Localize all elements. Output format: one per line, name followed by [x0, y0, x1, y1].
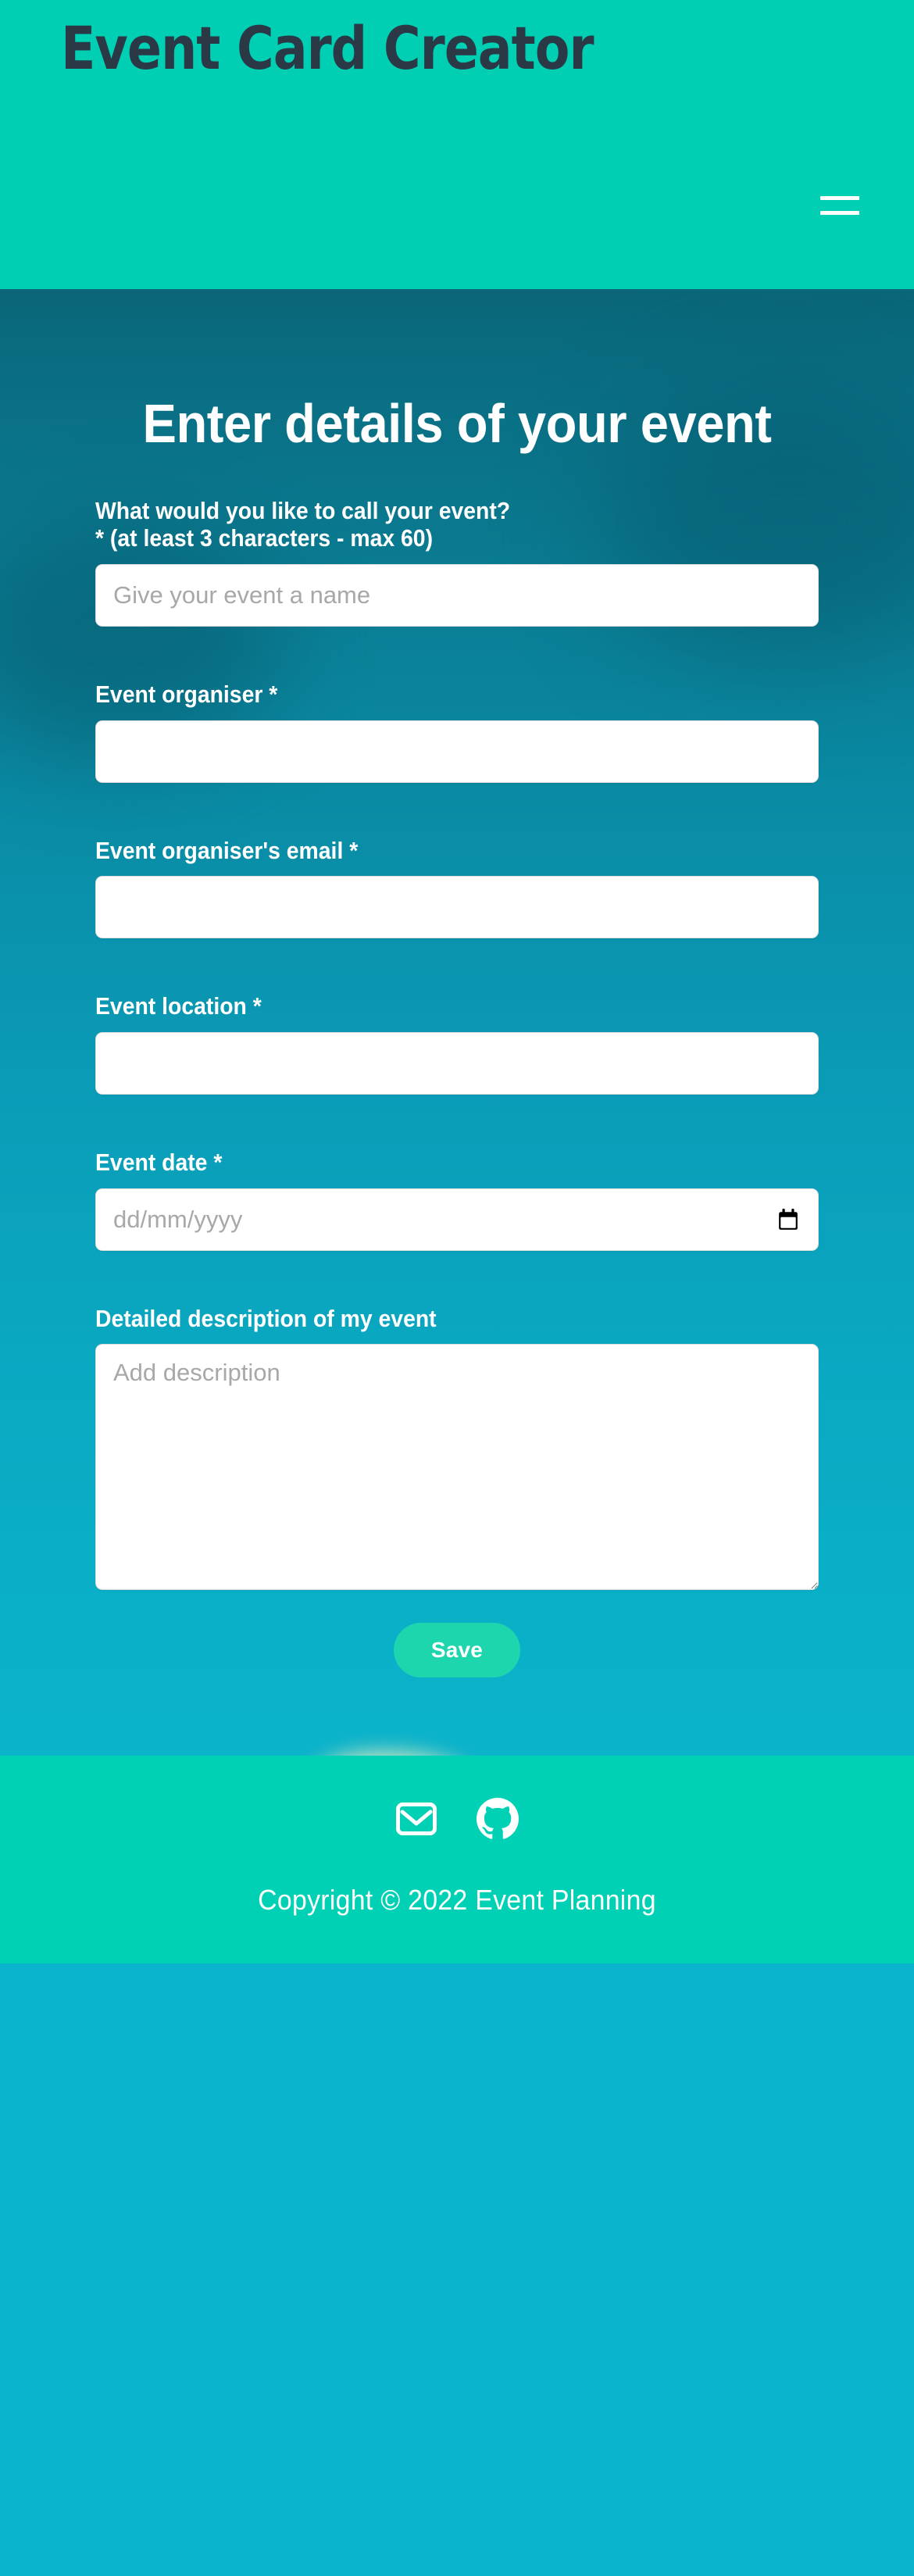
label-event-description: Detailed description of my event: [95, 1305, 437, 1332]
field-group-event-date: Event date *: [95, 1149, 819, 1251]
label-event-location: Event location *: [95, 993, 262, 1020]
label-event-date: Event date *: [95, 1149, 223, 1176]
hamburger-menu-icon[interactable]: [820, 190, 859, 221]
save-row: Save: [95, 1623, 819, 1678]
event-name-input[interactable]: [95, 563, 819, 627]
github-icon: [477, 1798, 519, 1839]
date-input-wrapper: [95, 1188, 819, 1251]
field-group-event-name: What would you like to call your event? …: [95, 498, 819, 627]
field-group-event-location: Event location *: [95, 993, 819, 1095]
form-heading: Enter details of your event: [142, 393, 772, 454]
event-organiser-email-input[interactable]: [95, 876, 819, 939]
hamburger-bar-2: [820, 211, 859, 215]
event-date-input[interactable]: [95, 1188, 819, 1251]
site-header: Event Card Creator: [0, 0, 914, 289]
field-group-event-organiser-email: Event organiser's email *: [95, 838, 819, 939]
label-event-organiser-email: Event organiser's email *: [95, 837, 359, 864]
field-group-event-description: Detailed description of my event: [95, 1306, 819, 1591]
email-link[interactable]: [394, 1796, 439, 1842]
social-links: [0, 1796, 914, 1842]
form-container: Enter details of your event What would y…: [0, 289, 914, 1678]
page-title: Event Card Creator: [61, 13, 594, 83]
field-group-event-organiser: Event organiser *: [95, 681, 819, 783]
hamburger-bar-1: [820, 196, 859, 200]
event-description-textarea[interactable]: [95, 1344, 819, 1591]
email-icon: [396, 1802, 437, 1836]
event-organiser-input[interactable]: [95, 720, 819, 783]
label-event-name: What would you like to call your event? …: [95, 497, 511, 552]
label-event-organiser: Event organiser *: [95, 681, 278, 708]
save-button[interactable]: Save: [393, 1623, 521, 1678]
main-content: Enter details of your event What would y…: [0, 289, 914, 1756]
site-footer: Copyright © 2022 Event Planning: [0, 1756, 914, 1964]
github-link[interactable]: [475, 1796, 520, 1842]
event-location-input[interactable]: [95, 1031, 819, 1095]
copyright-text: Copyright © 2022 Event Planning: [258, 1884, 656, 1917]
page-root: Event Card Creator Enter details of your…: [0, 0, 914, 2576]
